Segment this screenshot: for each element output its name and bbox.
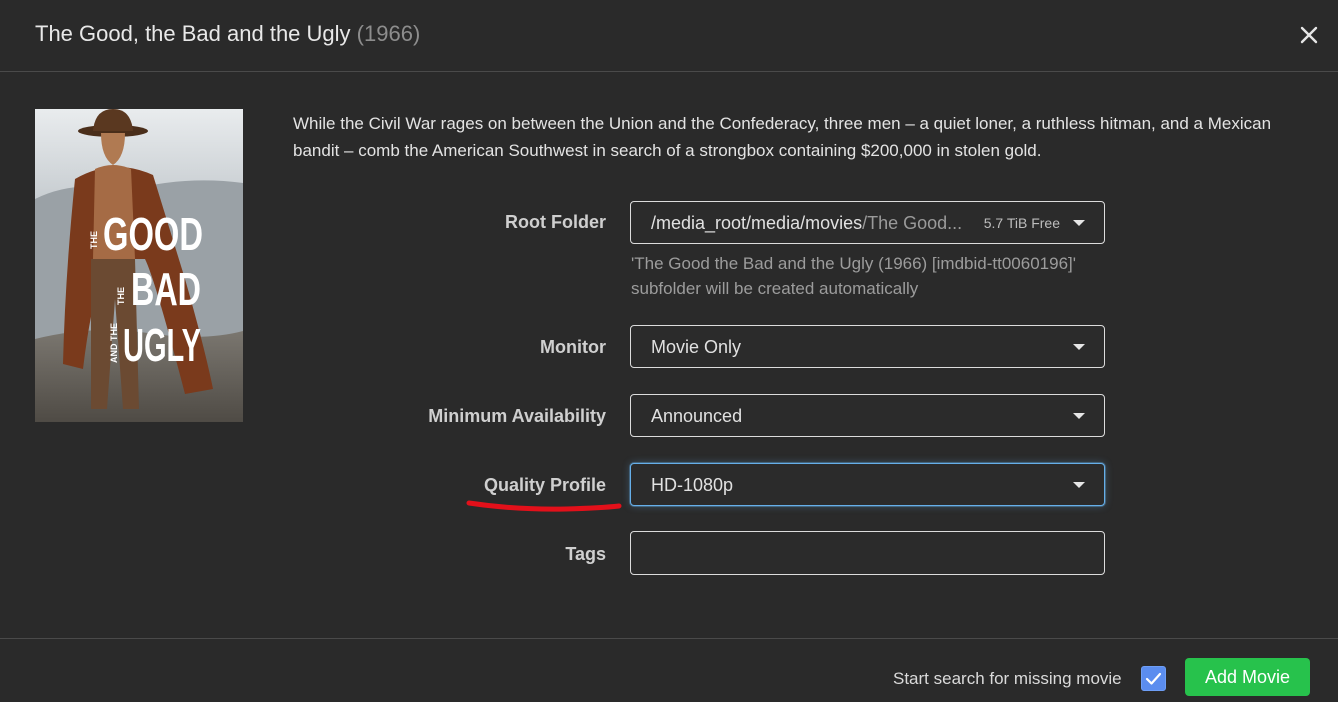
- caret-down-icon: [1073, 413, 1085, 419]
- root-folder-path: /media_root/media/movies: [651, 213, 863, 233]
- minimum-availability-value: Announced: [651, 406, 743, 426]
- close-icon: [1300, 26, 1318, 44]
- search-missing-checkbox[interactable]: [1141, 666, 1166, 691]
- monitor-value: Movie Only: [651, 337, 742, 357]
- quality-profile-select[interactable]: HD-1080p: [630, 463, 1105, 506]
- poster-word-good: GOOD: [103, 208, 203, 260]
- tags-input[interactable]: [630, 531, 1105, 575]
- movie-poster: THE GOOD THE BAD AND THE UGLY: [35, 109, 243, 422]
- minimum-availability-select[interactable]: Announced: [630, 394, 1105, 437]
- close-button[interactable]: [1296, 22, 1322, 48]
- modal-title: The Good, the Bad and the Ugly (1966): [35, 21, 420, 47]
- poster-word-the1: THE: [89, 231, 99, 249]
- caret-down-icon: [1073, 482, 1085, 488]
- red-underline-annotation: [466, 500, 622, 512]
- monitor-label: Monitor: [540, 337, 606, 357]
- root-folder-free-space: 5.7 TiB Free: [983, 215, 1060, 231]
- poster-image: THE GOOD THE BAD AND THE UGLY: [35, 109, 243, 422]
- poster-word-bad: BAD: [131, 263, 201, 315]
- root-folder-value: /media_root/media/movies/The Good...: [651, 213, 962, 234]
- root-folder-select[interactable]: /media_root/media/movies/The Good... 5.7…: [630, 201, 1105, 244]
- checkmark-icon: [1145, 672, 1162, 685]
- tags-label: Tags: [565, 544, 606, 564]
- movie-overview: While the Civil War rages on between the…: [293, 114, 1272, 160]
- root-folder-help-text: 'The Good the Bad and the Ugly (1966) [i…: [631, 254, 1076, 298]
- modal-footer: Start search for missing movie Add Movie: [0, 638, 1338, 702]
- poster-word-andthe: AND THE: [109, 323, 119, 363]
- poster-word-the2: THE: [116, 287, 126, 305]
- modal-header: The Good, the Bad and the Ugly (1966): [0, 0, 1338, 72]
- monitor-select[interactable]: Movie Only: [630, 325, 1105, 368]
- root-folder-label: Root Folder: [505, 212, 606, 232]
- minimum-availability-label: Minimum Availability: [428, 406, 606, 426]
- movie-title: The Good, the Bad and the Ugly: [35, 21, 351, 46]
- movie-year: (1966): [356, 21, 421, 46]
- caret-down-icon: [1073, 344, 1085, 350]
- root-folder-subpath: /The Good...: [862, 213, 963, 233]
- caret-down-icon: [1073, 220, 1085, 226]
- quality-profile-label: Quality Profile: [483, 475, 606, 495]
- quality-profile-value: HD-1080p: [651, 475, 734, 495]
- poster-word-ugly: UGLY: [123, 319, 201, 371]
- search-missing-label: Start search for missing movie: [893, 669, 1122, 688]
- add-movie-button[interactable]: Add Movie: [1185, 658, 1310, 696]
